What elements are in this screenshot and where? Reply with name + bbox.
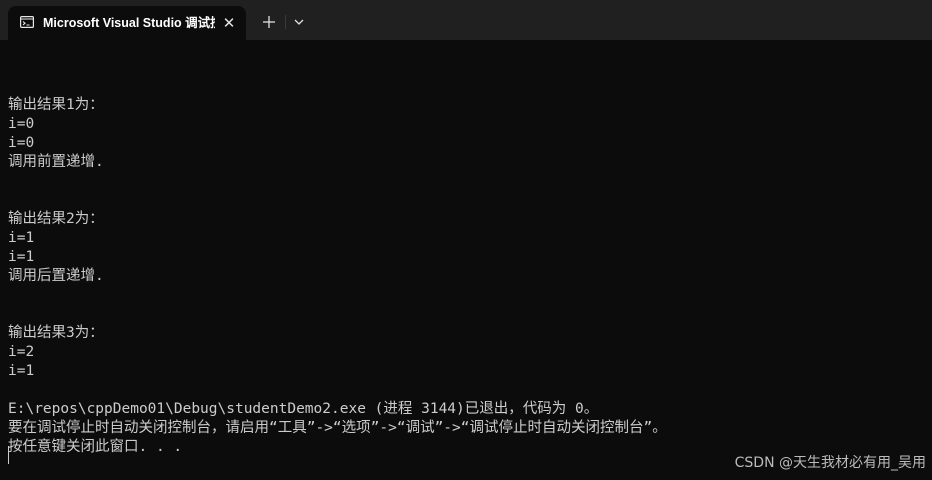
console-line: i=0 (8, 135, 35, 151)
console-line: i=0 (8, 116, 35, 132)
console-line: i=1 (8, 363, 35, 379)
console-line: 输出结果2为： (8, 211, 104, 227)
console-output[interactable]: 输出结果1为： i=0 i=0 调用前置递增. 输出结果2为： i=1 i=1 调用后置递增.… (8, 77, 923, 457)
tab-divider (285, 15, 286, 29)
close-tab-button[interactable]: ✕ (222, 16, 236, 31)
tab-title: Microsoft Visual Studio 调试控 (43, 16, 215, 30)
console-line: i=1 (8, 230, 35, 246)
chevron-down-icon[interactable] (290, 12, 308, 32)
console-line: 调用前置递增. (8, 154, 104, 170)
watermark: CSDN @天生我材必有用_吴用 (734, 455, 926, 471)
console-line: i=2 (8, 344, 35, 360)
title-bar: Microsoft Visual Studio 调试控 ✕ (0, 0, 932, 40)
text-cursor (8, 446, 9, 464)
console-line: E:\repos\cppDemo01\Debug\studentDemo2.ex… (8, 401, 599, 417)
console-line: i=1 (8, 249, 35, 265)
tab-debug-console[interactable]: Microsoft Visual Studio 调试控 ✕ (8, 6, 246, 40)
console-line: 输出结果1为： (8, 97, 104, 113)
console-line: 要在调试停止时自动关闭控制台，请启用“工具”->“选项”->“调试”->“调试停… (8, 420, 667, 436)
console-line: 输出结果3为： (8, 325, 104, 341)
terminal-icon (20, 16, 34, 28)
plus-icon[interactable] (258, 12, 280, 32)
console-line: 调用后置递增. (8, 268, 104, 284)
